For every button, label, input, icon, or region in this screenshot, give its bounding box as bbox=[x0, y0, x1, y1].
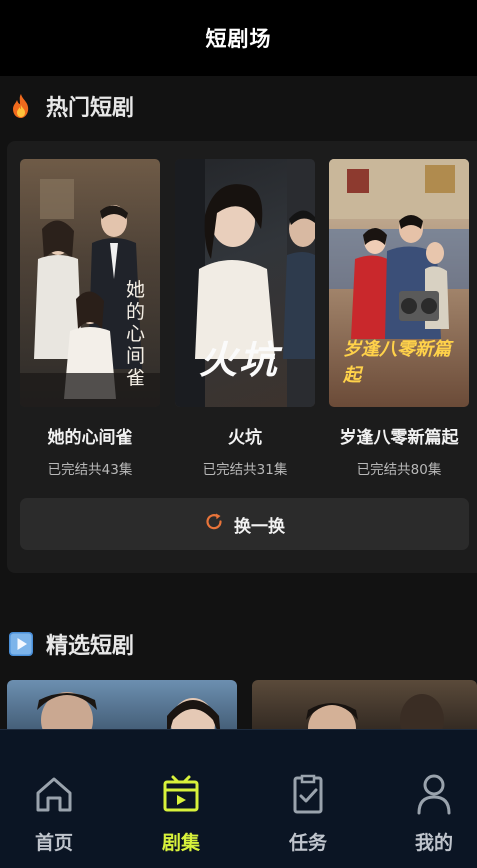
drama-status: 已完结共80集 bbox=[356, 462, 442, 478]
hot-section-title: 热门短剧 bbox=[46, 96, 135, 121]
drama-status: 已完结共31集 bbox=[202, 462, 288, 478]
nav-label: 剧集 bbox=[161, 832, 200, 854]
hot-section-header: 热门短剧 bbox=[0, 76, 477, 136]
drama-poster[interactable]: 岁逢八零新篇起 bbox=[329, 159, 469, 407]
drama-item[interactable]: 火坑 火坑 已完结共31集 bbox=[175, 159, 315, 478]
refresh-button[interactable]: 换一换 bbox=[20, 498, 469, 550]
play-box-icon bbox=[8, 631, 34, 657]
drama-poster[interactable]: 火坑 bbox=[175, 159, 315, 407]
hot-dramas-card: 她的心间雀 她的心间雀 已完结共43集 火坑 火坑 已完结共31集 岁逢八零新篇… bbox=[7, 141, 477, 573]
nav-item-tasks[interactable]: 任务 bbox=[258, 772, 358, 855]
refresh-icon bbox=[204, 512, 224, 536]
poster-title-art: 她的心间雀 bbox=[126, 279, 146, 389]
nav-label: 首页 bbox=[34, 832, 73, 854]
poster-title-art: 岁逢八零新篇起 bbox=[343, 339, 451, 386]
featured-section-title: 精选短剧 bbox=[46, 634, 135, 659]
home-icon bbox=[32, 772, 76, 816]
poster-title-art: 火坑 bbox=[199, 337, 280, 382]
nav-item-drama[interactable]: 剧集 bbox=[131, 772, 231, 855]
short-drama-page: 短剧场 热门短剧 她的心间雀 她的心间雀 已完结共43集 火坑 火坑 已完结共3… bbox=[0, 0, 477, 868]
drama-item[interactable]: 岁逢八零新篇起 岁逢八零新篇起 已完结共80集 bbox=[329, 159, 469, 478]
drama-status: 已完结共43集 bbox=[47, 462, 133, 478]
drama-name[interactable]: 她的心间雀 bbox=[20, 423, 160, 448]
drama-item[interactable]: 她的心间雀 她的心间雀 已完结共43集 bbox=[20, 159, 160, 478]
nav-label: 我的 bbox=[414, 832, 453, 854]
page-title: 短剧场 bbox=[205, 27, 272, 51]
fire-icon bbox=[8, 93, 34, 119]
bottom-navigation: 首页 剧集 任务 我的 bbox=[0, 729, 477, 868]
nav-label: 任务 bbox=[288, 832, 327, 854]
nav-item-home[interactable]: 首页 bbox=[4, 772, 104, 855]
drama-name[interactable]: 岁逢八零新篇起 bbox=[329, 423, 469, 448]
play-screen-icon bbox=[159, 772, 203, 816]
featured-section-header: 精选短剧 bbox=[0, 614, 477, 674]
top-bar: 短剧场 bbox=[0, 0, 477, 76]
drama-poster[interactable]: 她的心间雀 bbox=[20, 159, 160, 407]
drama-name[interactable]: 火坑 bbox=[175, 423, 315, 448]
profile-icon bbox=[412, 772, 456, 816]
refresh-label: 换一换 bbox=[234, 516, 285, 537]
task-clipboard-icon bbox=[286, 772, 330, 816]
nav-item-profile[interactable]: 我的 bbox=[384, 772, 477, 855]
